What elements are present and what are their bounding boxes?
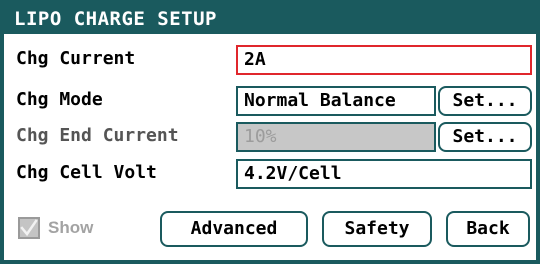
chg-cell-volt-label: Chg Cell Volt: [16, 162, 157, 183]
window-title: LIPO CHARGE SETUP: [14, 8, 217, 30]
advanced-button[interactable]: Advanced: [160, 211, 308, 247]
checkmark-icon: [20, 219, 38, 237]
chg-current-label: Chg Current: [16, 48, 136, 69]
safety-button[interactable]: Safety: [322, 211, 432, 247]
back-button[interactable]: Back: [446, 211, 530, 247]
chg-current-field[interactable]: 2A: [236, 45, 532, 75]
chg-end-current-label: Chg End Current: [16, 125, 179, 146]
chg-end-current-set-button[interactable]: Set...: [438, 122, 532, 152]
chg-mode-label: Chg Mode: [16, 89, 103, 110]
show-label: Show: [48, 218, 94, 237]
charge-setup-window: LIPO CHARGE SETUP Chg Current 2A Chg Mod…: [0, 0, 540, 264]
settings-panel: Chg Current 2A Chg Mode Normal Balance S…: [4, 34, 536, 260]
chg-end-current-field: 10%: [236, 122, 436, 152]
show-checkbox[interactable]: [18, 217, 40, 239]
chg-mode-field[interactable]: Normal Balance: [236, 86, 436, 116]
chg-cell-volt-field[interactable]: 4.2V/Cell: [236, 159, 532, 189]
chg-mode-set-button[interactable]: Set...: [438, 86, 532, 116]
